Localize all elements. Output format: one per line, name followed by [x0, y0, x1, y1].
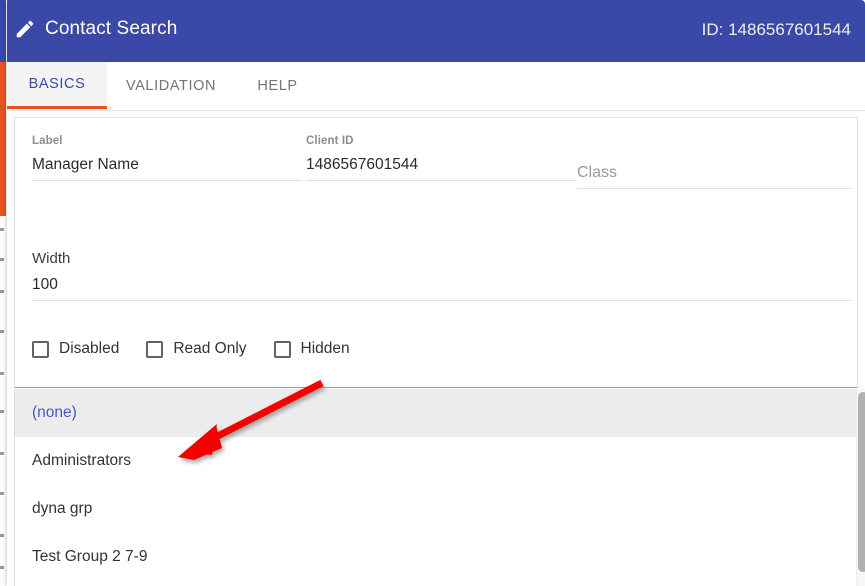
- flags-checkbox-row: Disabled Read Only Hidden: [32, 340, 377, 358]
- class-field-underline: [577, 188, 851, 189]
- checkbox-read-only[interactable]: Read Only: [146, 340, 247, 358]
- checkbox-disabled[interactable]: Disabled: [32, 340, 119, 358]
- background-tick: [0, 330, 4, 333]
- background-tick: [0, 258, 4, 261]
- dialog-id-label: ID: 1486567601544: [701, 20, 851, 39]
- tab-bar: BASICS VALIDATION HELP: [7, 62, 865, 111]
- list-scrollbar-thumb[interactable]: [858, 392, 865, 572]
- label-field-caption: Label: [32, 135, 63, 147]
- width-field-input[interactable]: 100: [32, 268, 851, 300]
- label-field-input[interactable]: Manager Name: [32, 148, 302, 180]
- class-field-input[interactable]: Class: [577, 156, 851, 188]
- background-tick: [0, 452, 4, 455]
- width-field-underline: [32, 300, 851, 301]
- client-id-field[interactable]: Client ID 1486567601544: [306, 134, 576, 181]
- checkbox-disabled-label: Disabled: [59, 340, 120, 357]
- client-id-field-caption: Client ID: [306, 135, 354, 147]
- label-field[interactable]: Label Manager Name: [32, 134, 302, 181]
- background-blue-sliver: [0, 0, 6, 62]
- pencil-icon[interactable]: [14, 18, 36, 40]
- background-tick: [0, 290, 4, 293]
- tab-basics[interactable]: BASICS: [7, 62, 107, 109]
- tab-validation[interactable]: VALIDATION: [107, 62, 235, 109]
- width-field[interactable]: Width 100: [32, 250, 851, 301]
- checkbox-hidden-label: Hidden: [300, 340, 350, 357]
- background-tick: [0, 372, 4, 375]
- list-item[interactable]: dyna grp: [15, 485, 857, 533]
- client-id-field-underline: [306, 180, 576, 181]
- tab-help[interactable]: HELP: [235, 62, 320, 109]
- background-tick: [0, 228, 4, 231]
- client-id-field-input[interactable]: 1486567601544: [306, 148, 576, 180]
- background-tick: [0, 566, 4, 569]
- list-item[interactable]: Administrators: [15, 437, 857, 485]
- background-orange-sliver: [0, 62, 6, 216]
- background-tick: [0, 492, 4, 495]
- background-tick: [0, 534, 4, 537]
- group-option-list[interactable]: (none) Administrators dyna grp Test Grou…: [14, 389, 858, 586]
- width-field-caption: Width: [32, 250, 71, 267]
- list-item[interactable]: Test Group 2 7-9: [15, 533, 857, 581]
- checkbox-read-only-label: Read Only: [173, 340, 247, 357]
- dialog-title: Contact Search: [45, 18, 178, 39]
- list-item[interactable]: (none): [15, 389, 857, 437]
- checkbox-hidden-box[interactable]: [273, 340, 291, 358]
- class-field[interactable]: Class: [577, 156, 851, 189]
- property-editor-dialog: Contact Search ID: 1486567601544 BASICS …: [7, 0, 865, 586]
- titlebar-left-group: Contact Search: [14, 18, 177, 40]
- checkbox-hidden[interactable]: Hidden: [273, 340, 350, 358]
- checkbox-read-only-box[interactable]: [146, 340, 164, 358]
- app-window: Contact Search ID: 1486567601544 BASICS …: [0, 0, 865, 586]
- dialog-titlebar: Contact Search ID: 1486567601544: [7, 0, 865, 62]
- background-tick: [0, 410, 4, 413]
- label-field-underline: [32, 180, 302, 181]
- basics-form-panel: Label Manager Name Client ID 14865676015…: [14, 117, 858, 388]
- checkbox-disabled-box[interactable]: [32, 340, 49, 358]
